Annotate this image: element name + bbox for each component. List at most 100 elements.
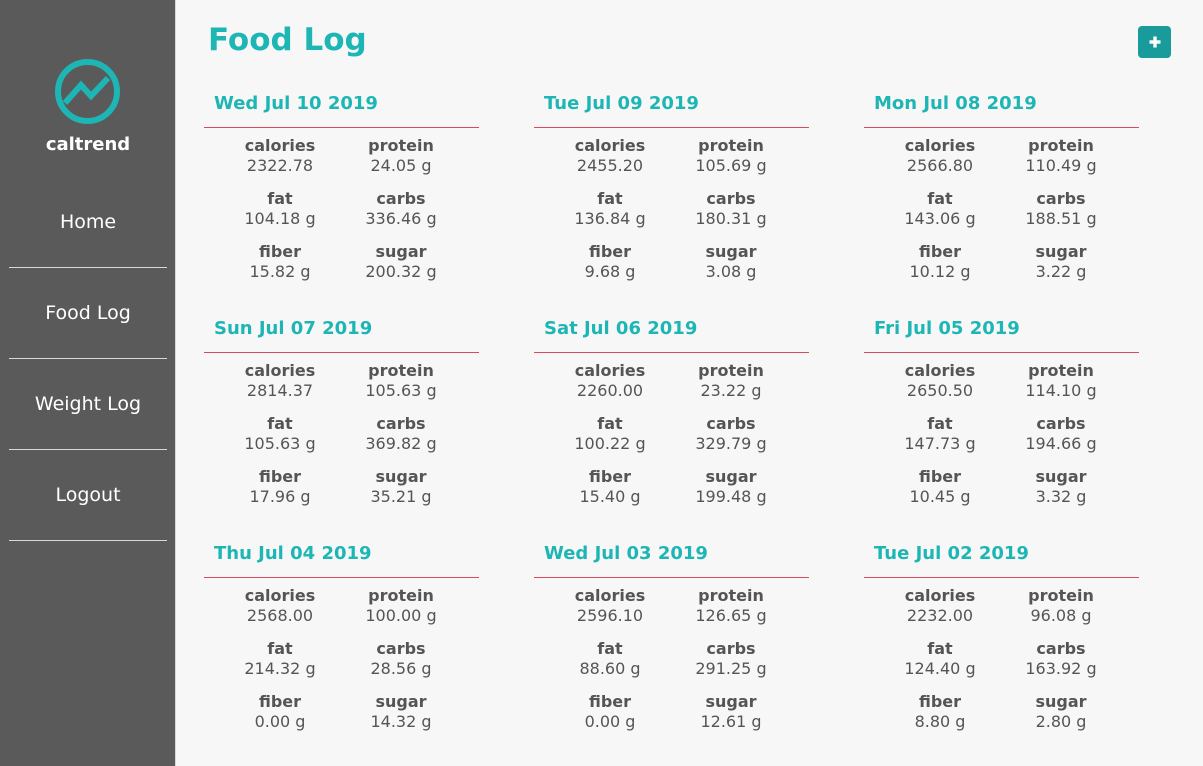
stat-fat: fat 105.63 g — [220, 414, 340, 454]
stat-label: protein — [698, 586, 764, 605]
day-card: Tue Jul 02 2019 calories 2232.00 protein 96.… — [864, 543, 1139, 753]
stat-calories: calories 2596.10 — [550, 586, 670, 626]
stat-label: protein — [1028, 361, 1094, 380]
stat-fiber: fiber 8.80 g — [880, 692, 1000, 732]
stat-label: carbs — [706, 414, 756, 433]
stat-value: 188.51 g — [1025, 209, 1097, 228]
day-divider — [864, 352, 1139, 353]
stat-value: 180.31 g — [695, 209, 767, 228]
stat-value: 110.49 g — [1025, 156, 1097, 175]
stat-fiber: fiber 9.68 g — [550, 242, 670, 282]
stat-fiber: fiber 15.40 g — [550, 467, 670, 507]
stat-label: fiber — [258, 692, 302, 711]
day-divider — [864, 127, 1139, 128]
stat-label: fiber — [258, 467, 302, 486]
day-date: Mon Jul 08 2019 — [874, 93, 1037, 114]
stat-value: 24.05 g — [370, 156, 432, 175]
stat-label: carbs — [376, 414, 426, 433]
stat-fiber: fiber 17.96 g — [220, 467, 340, 507]
stat-calories: calories 2814.37 — [220, 361, 340, 401]
stat-fiber: fiber 0.00 g — [220, 692, 340, 732]
day-card: Sun Jul 07 2019 calories 2814.37 protein 105… — [204, 318, 479, 528]
stat-label: fiber — [588, 692, 632, 711]
stat-label: sugar — [1035, 692, 1087, 711]
stat-calories: calories 2322.78 — [220, 136, 340, 176]
stat-value: 0.00 g — [254, 712, 306, 731]
day-date: Tue Jul 02 2019 — [874, 543, 1029, 564]
stat-sugar: sugar 3.08 g — [671, 242, 791, 282]
add-entry-button[interactable] — [1138, 26, 1171, 58]
plus-icon — [1149, 36, 1160, 48]
day-divider — [534, 352, 809, 353]
stat-sugar: sugar 35.21 g — [341, 467, 461, 507]
stat-value: 163.92 g — [1025, 659, 1097, 678]
day-divider — [204, 577, 479, 578]
day-date: Fri Jul 05 2019 — [874, 318, 1020, 339]
sidebar-item-logout[interactable]: Logout — [9, 449, 167, 541]
stat-value: 199.48 g — [695, 487, 767, 506]
stat-value: 28.56 g — [370, 659, 432, 678]
day-card: Tue Jul 09 2019 calories 2455.20 protein 105… — [534, 93, 809, 303]
stat-label: sugar — [705, 467, 757, 486]
stat-value: 329.79 g — [695, 434, 767, 453]
stat-calories: calories 2260.00 — [550, 361, 670, 401]
stat-label: calories — [574, 586, 646, 605]
stat-label: carbs — [706, 639, 756, 658]
stat-sugar: sugar 2.80 g — [1001, 692, 1121, 732]
sidebar-item-weight-log[interactable]: Weight Log — [9, 358, 167, 450]
stat-carbs: carbs 163.92 g — [1001, 639, 1121, 679]
stat-protein: protein 105.69 g — [671, 136, 791, 176]
stat-fat: fat 124.40 g — [880, 639, 1000, 679]
stat-protein: protein 24.05 g — [341, 136, 461, 176]
stat-label: protein — [368, 586, 434, 605]
day-card: Thu Jul 04 2019 calories 2568.00 protein 100… — [204, 543, 479, 753]
stat-carbs: carbs 291.25 g — [671, 639, 791, 679]
stat-value: 10.12 g — [909, 262, 971, 281]
stat-fat: fat 214.32 g — [220, 639, 340, 679]
stat-label: calories — [244, 586, 316, 605]
stat-label: protein — [368, 361, 434, 380]
stat-value: 0.00 g — [584, 712, 636, 731]
day-date: Thu Jul 04 2019 — [214, 543, 372, 564]
sidebar-item-food-log[interactable]: Food Log — [9, 267, 167, 359]
stat-label: sugar — [1035, 467, 1087, 486]
day-card: Fri Jul 05 2019 calories 2650.50 protein 114… — [864, 318, 1139, 528]
day-divider — [534, 577, 809, 578]
stat-value: 2.80 g — [1035, 712, 1087, 731]
stat-protein: protein 100.00 g — [341, 586, 461, 626]
stat-label: carbs — [1036, 189, 1086, 208]
stat-carbs: carbs 336.46 g — [341, 189, 461, 229]
stat-sugar: sugar 199.48 g — [671, 467, 791, 507]
stat-value: 10.45 g — [909, 487, 971, 506]
stat-value: 105.69 g — [695, 156, 767, 175]
stat-value: 12.61 g — [700, 712, 762, 731]
stat-value: 336.46 g — [365, 209, 437, 228]
stat-value: 23.22 g — [700, 381, 762, 400]
sidebar-item-home[interactable]: Home — [9, 176, 167, 268]
stat-fat: fat 88.60 g — [550, 639, 670, 679]
stat-value: 2566.80 — [906, 156, 974, 175]
stat-value: 17.96 g — [249, 487, 311, 506]
stat-label: protein — [1028, 586, 1094, 605]
stat-label: sugar — [705, 692, 757, 711]
stat-protein: protein 126.65 g — [671, 586, 791, 626]
day-card: Wed Jul 03 2019 calories 2596.10 protein 126… — [534, 543, 809, 753]
stat-value: 88.60 g — [579, 659, 641, 678]
stat-label: sugar — [375, 242, 427, 261]
stat-label: calories — [574, 136, 646, 155]
stat-value: 8.80 g — [914, 712, 966, 731]
stat-carbs: carbs 369.82 g — [341, 414, 461, 454]
stat-label: fat — [267, 414, 293, 433]
stat-fat: fat 143.06 g — [880, 189, 1000, 229]
stat-label: protein — [368, 136, 434, 155]
stat-label: calories — [904, 586, 976, 605]
stat-value: 2650.50 — [906, 381, 974, 400]
sidebar-item-label: Logout — [55, 483, 121, 506]
stat-label: fat — [597, 639, 623, 658]
stat-value: 2455.20 — [576, 156, 644, 175]
stat-label: protein — [1028, 136, 1094, 155]
day-card: Sat Jul 06 2019 calories 2260.00 protein 23.… — [534, 318, 809, 528]
day-date: Wed Jul 10 2019 — [214, 93, 378, 114]
sidebar-item-label: Home — [59, 210, 117, 233]
stat-value: 2232.00 — [906, 606, 974, 625]
